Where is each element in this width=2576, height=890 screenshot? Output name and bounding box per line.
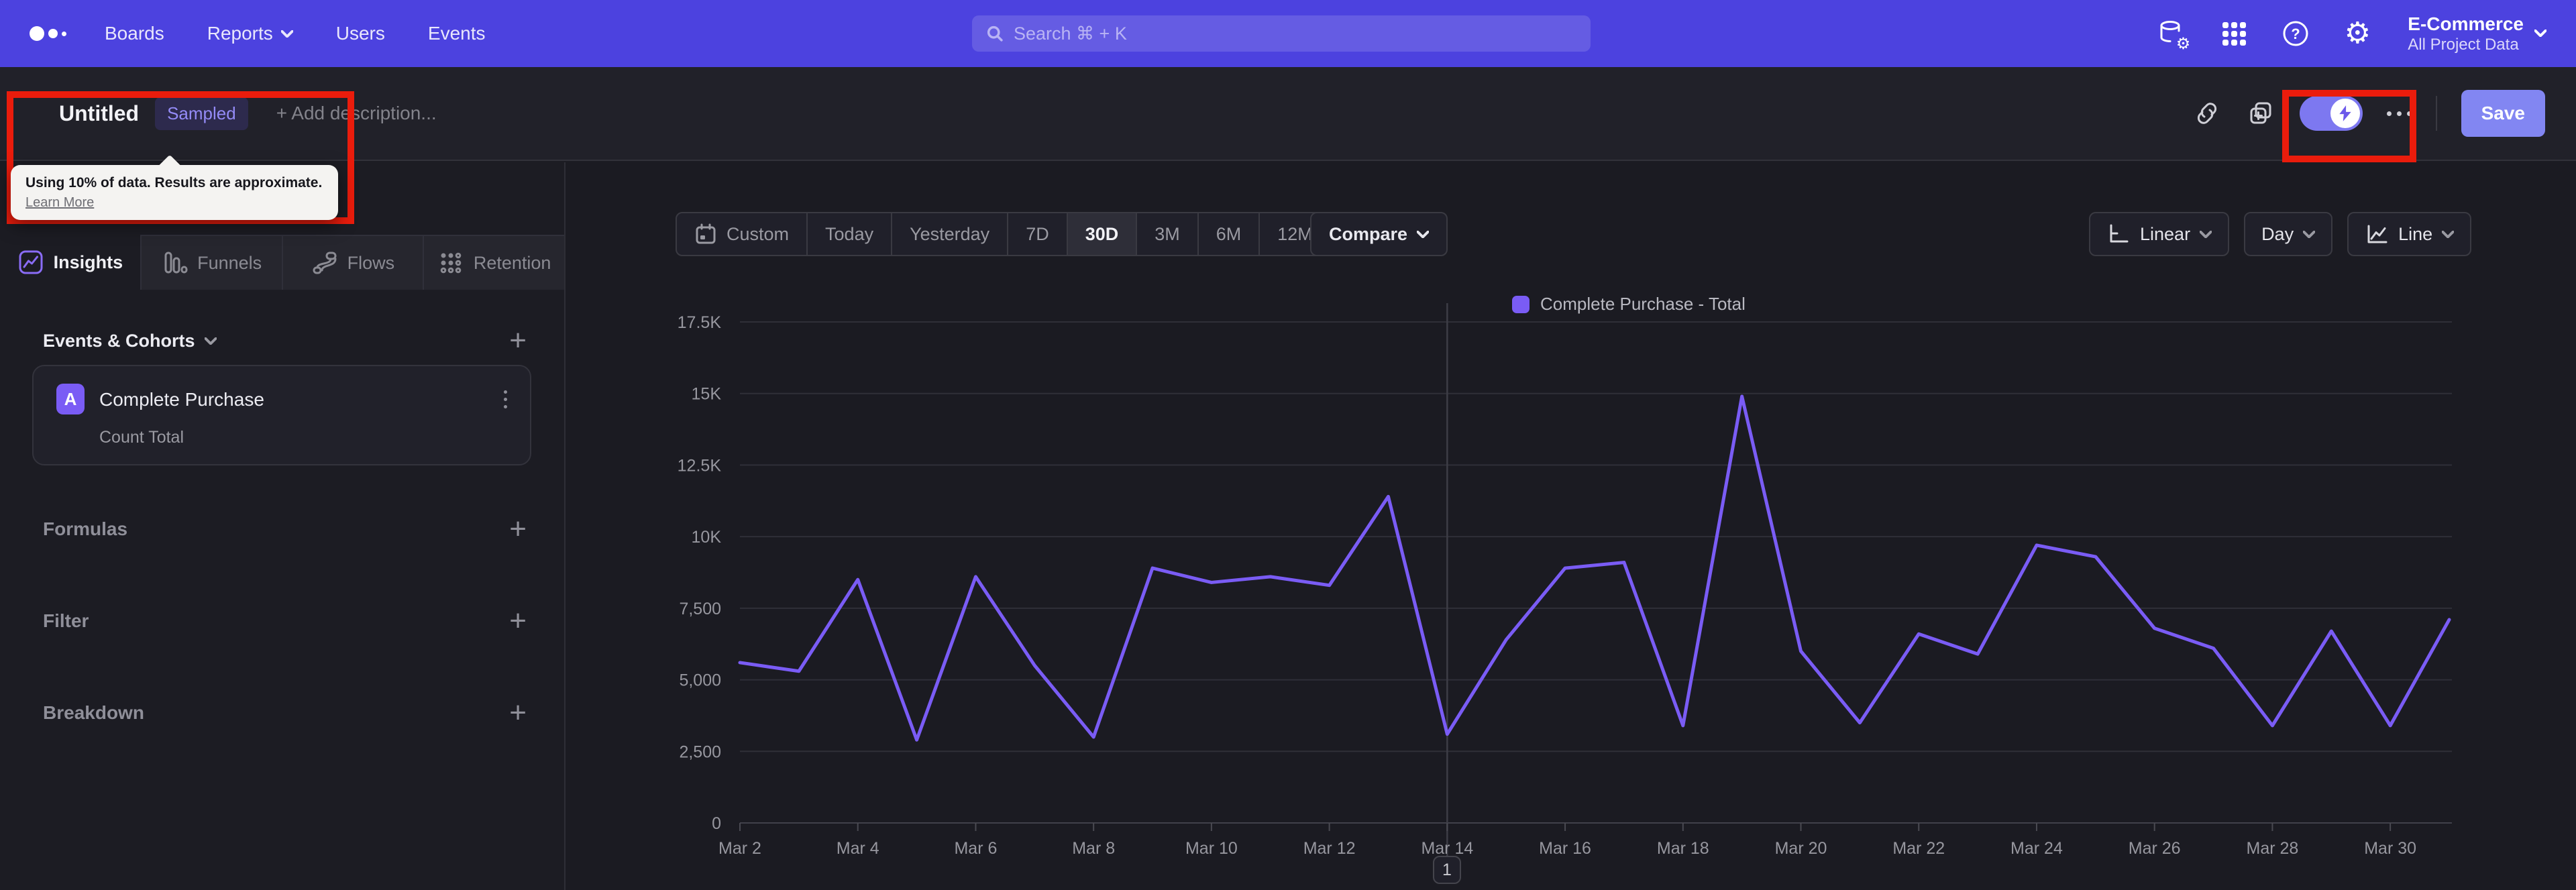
project-selector[interactable]: E-Commerce All Project Data xyxy=(2408,12,2546,55)
svg-text:Mar 18: Mar 18 xyxy=(1657,839,1709,858)
project-name: E-Commerce xyxy=(2408,13,2524,35)
retention-icon xyxy=(440,252,462,274)
mixpanel-insights-app: Boards Reports Users Events Search ⌘ + K… xyxy=(0,0,2576,890)
svg-text:Mar 20: Mar 20 xyxy=(1775,839,1827,858)
series-letter-badge: A xyxy=(56,384,85,414)
search-placeholder: Search ⌘ + K xyxy=(1014,23,1127,44)
tooltip-message: Using 10% of data. Results are approxima… xyxy=(25,175,323,190)
share-link-icon[interactable] xyxy=(2192,99,2222,128)
svg-text:Mar 26: Mar 26 xyxy=(2129,839,2181,858)
svg-text:Mar 6: Mar 6 xyxy=(954,839,997,858)
funnels-icon xyxy=(164,252,188,274)
toggle-knob xyxy=(2330,99,2360,128)
apps-grid-icon[interactable] xyxy=(2218,18,2249,49)
project-scope: All Project Data xyxy=(2408,36,2519,54)
title-row: Untitled Sampled + Add description... xyxy=(59,67,437,160)
sampling-tooltip: Using 10% of data. Results are approxima… xyxy=(11,165,339,220)
svg-text:2,500: 2,500 xyxy=(679,742,721,761)
chart-page-indicator[interactable]: 1 xyxy=(1433,856,1461,884)
event-card[interactable]: A Complete Purchase Count Total xyxy=(32,365,531,465)
event-menu-icon[interactable] xyxy=(500,386,511,412)
nav-right: ⚙ ? ⚙ E-Commerce All Project Data xyxy=(2157,0,2546,67)
line-chart[interactable]: 17.5K 15K 12.5K 10K 7,500 5,000 2,500 0 Mar 2 Mar… xyxy=(566,162,2576,890)
svg-text:12.5K: 12.5K xyxy=(678,456,722,475)
header-actions: Save xyxy=(2192,67,2545,160)
report-tabs: Insights Funnels Flows Retention xyxy=(0,235,564,290)
events-cohorts-toggle[interactable]: Events & Cohorts xyxy=(43,331,217,351)
tab-insights[interactable]: Insights xyxy=(0,235,142,290)
search-input[interactable]: Search ⌘ + K xyxy=(972,15,1591,52)
add-filter-button[interactable]: + xyxy=(509,606,527,636)
nav-item-events[interactable]: Events xyxy=(428,23,486,44)
svg-text:?: ? xyxy=(2292,25,2300,42)
chevron-down-icon xyxy=(204,337,217,345)
svg-text:Mar 4: Mar 4 xyxy=(837,839,879,858)
sampling-toggle[interactable] xyxy=(2299,96,2363,131)
nav-item-boards[interactable]: Boards xyxy=(105,23,164,44)
divider xyxy=(2435,96,2437,131)
top-nav: Boards Reports Users Events Search ⌘ + K… xyxy=(0,0,2576,67)
add-event-button[interactable]: + xyxy=(509,326,527,355)
nav-item-users[interactable]: Users xyxy=(336,23,385,44)
event-name[interactable]: Complete Purchase xyxy=(99,389,264,410)
events-cohorts-header: Events & Cohorts + xyxy=(43,326,527,355)
svg-text:7,500: 7,500 xyxy=(679,600,721,618)
search-icon xyxy=(987,25,1003,42)
save-button[interactable]: Save xyxy=(2461,90,2545,137)
event-metric[interactable]: Count Total xyxy=(99,428,184,447)
svg-text:Mar 24: Mar 24 xyxy=(2010,839,2063,858)
data-management-icon[interactable]: ⚙ xyxy=(2157,18,2191,52)
chevron-down-icon xyxy=(280,30,293,38)
flows-icon xyxy=(313,252,337,274)
mixpanel-logo-icon[interactable] xyxy=(30,0,66,67)
breakdown-section: Breakdown + xyxy=(43,696,527,729)
sampled-badge[interactable]: Sampled xyxy=(155,97,248,130)
lightning-icon xyxy=(2339,105,2351,121)
tab-funnels[interactable]: Funnels xyxy=(141,235,283,290)
svg-text:Mar 28: Mar 28 xyxy=(2247,839,2299,858)
report-header: Untitled Sampled + Add description... Sa… xyxy=(0,67,2576,161)
tooltip-learn-more-link[interactable]: Learn More xyxy=(25,193,322,212)
tab-retention[interactable]: Retention xyxy=(424,235,564,290)
nav-item-reports[interactable]: Reports xyxy=(207,23,293,44)
svg-text:Mar 30: Mar 30 xyxy=(2364,839,2416,858)
help-icon[interactable]: ? xyxy=(2280,18,2311,49)
svg-text:Mar 10: Mar 10 xyxy=(1185,839,1238,858)
add-description[interactable]: + Add description... xyxy=(276,103,437,124)
svg-text:Mar 22: Mar 22 xyxy=(1892,839,1945,858)
svg-text:17.5K: 17.5K xyxy=(678,313,722,332)
more-options-icon[interactable] xyxy=(2386,111,2412,116)
report-title[interactable]: Untitled xyxy=(59,101,139,126)
svg-text:0: 0 xyxy=(712,814,721,833)
svg-text:10K: 10K xyxy=(692,528,722,547)
svg-text:Mar 12: Mar 12 xyxy=(1303,839,1356,858)
svg-text:Mar 2: Mar 2 xyxy=(718,839,761,858)
query-builder-sidebar: Insights Funnels Flows Retention Events … xyxy=(0,162,566,890)
filter-section: Filter + xyxy=(43,604,527,637)
insights-icon xyxy=(19,250,43,274)
nav-items: Boards Reports Users Events xyxy=(105,0,486,67)
tab-flows[interactable]: Flows xyxy=(282,235,425,290)
svg-text:5,000: 5,000 xyxy=(679,671,721,690)
duplicate-icon[interactable] xyxy=(2246,99,2275,128)
chevron-down-icon xyxy=(2534,30,2546,38)
settings-gear-icon[interactable]: ⚙ xyxy=(2342,18,2373,49)
formulas-section: Formulas + xyxy=(43,512,527,545)
svg-text:15K: 15K xyxy=(692,385,722,404)
svg-text:Mar 14: Mar 14 xyxy=(1421,839,1473,858)
svg-text:Mar 8: Mar 8 xyxy=(1072,839,1115,858)
add-breakdown-button[interactable]: + xyxy=(509,698,527,728)
add-formula-button[interactable]: + xyxy=(509,514,527,544)
svg-text:Mar 16: Mar 16 xyxy=(1539,839,1591,858)
